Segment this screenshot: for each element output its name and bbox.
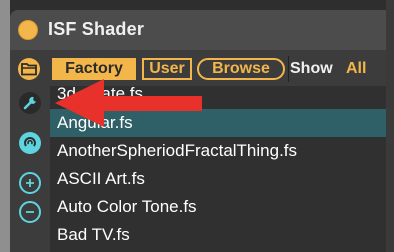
background-right (386, 0, 394, 252)
tab-browse[interactable]: Browse (197, 58, 285, 80)
list-item[interactable]: 3d-rotate.fs (50, 86, 386, 108)
tab-user[interactable]: User (142, 58, 192, 80)
tab-factory[interactable]: Factory (52, 58, 136, 80)
wrench-icon (23, 96, 36, 110)
plus-icon (26, 179, 34, 187)
wrench-button[interactable] (19, 92, 41, 114)
list-item[interactable]: Auto Color Tone.fs (50, 193, 386, 221)
device-title-bar[interactable]: ISF Shader (10, 10, 386, 50)
device-title: ISF Shader (48, 19, 145, 39)
folder-icon[interactable] (18, 58, 40, 80)
list-item[interactable]: Bad TV.fs (50, 221, 386, 249)
list-item-selected[interactable]: Angular.fs (50, 109, 386, 137)
toolbar: Factory User Browse Show All (10, 56, 386, 84)
rotate-icon (24, 137, 36, 147)
file-list[interactable]: 3d-rotate.fs Angular.fs AnotherSpheriodF… (50, 86, 386, 252)
power-toggle-icon[interactable] (18, 20, 38, 40)
list-item[interactable]: AnotherSpheriodFractalThing.fs (50, 137, 386, 165)
toolbar-divider (288, 56, 289, 82)
show-filter-all[interactable]: All (346, 60, 366, 78)
add-button[interactable] (19, 172, 41, 194)
remove-button[interactable] (19, 201, 41, 223)
list-item[interactable]: ASCII Art.fs (50, 165, 386, 193)
sidebar (10, 86, 50, 252)
background-strip (0, 0, 10, 252)
isf-shader-device: ISF Shader Factory User Browse Show All (10, 10, 386, 252)
minus-icon (26, 211, 34, 213)
rotate-button[interactable] (19, 132, 41, 154)
show-label: Show (290, 60, 333, 77)
